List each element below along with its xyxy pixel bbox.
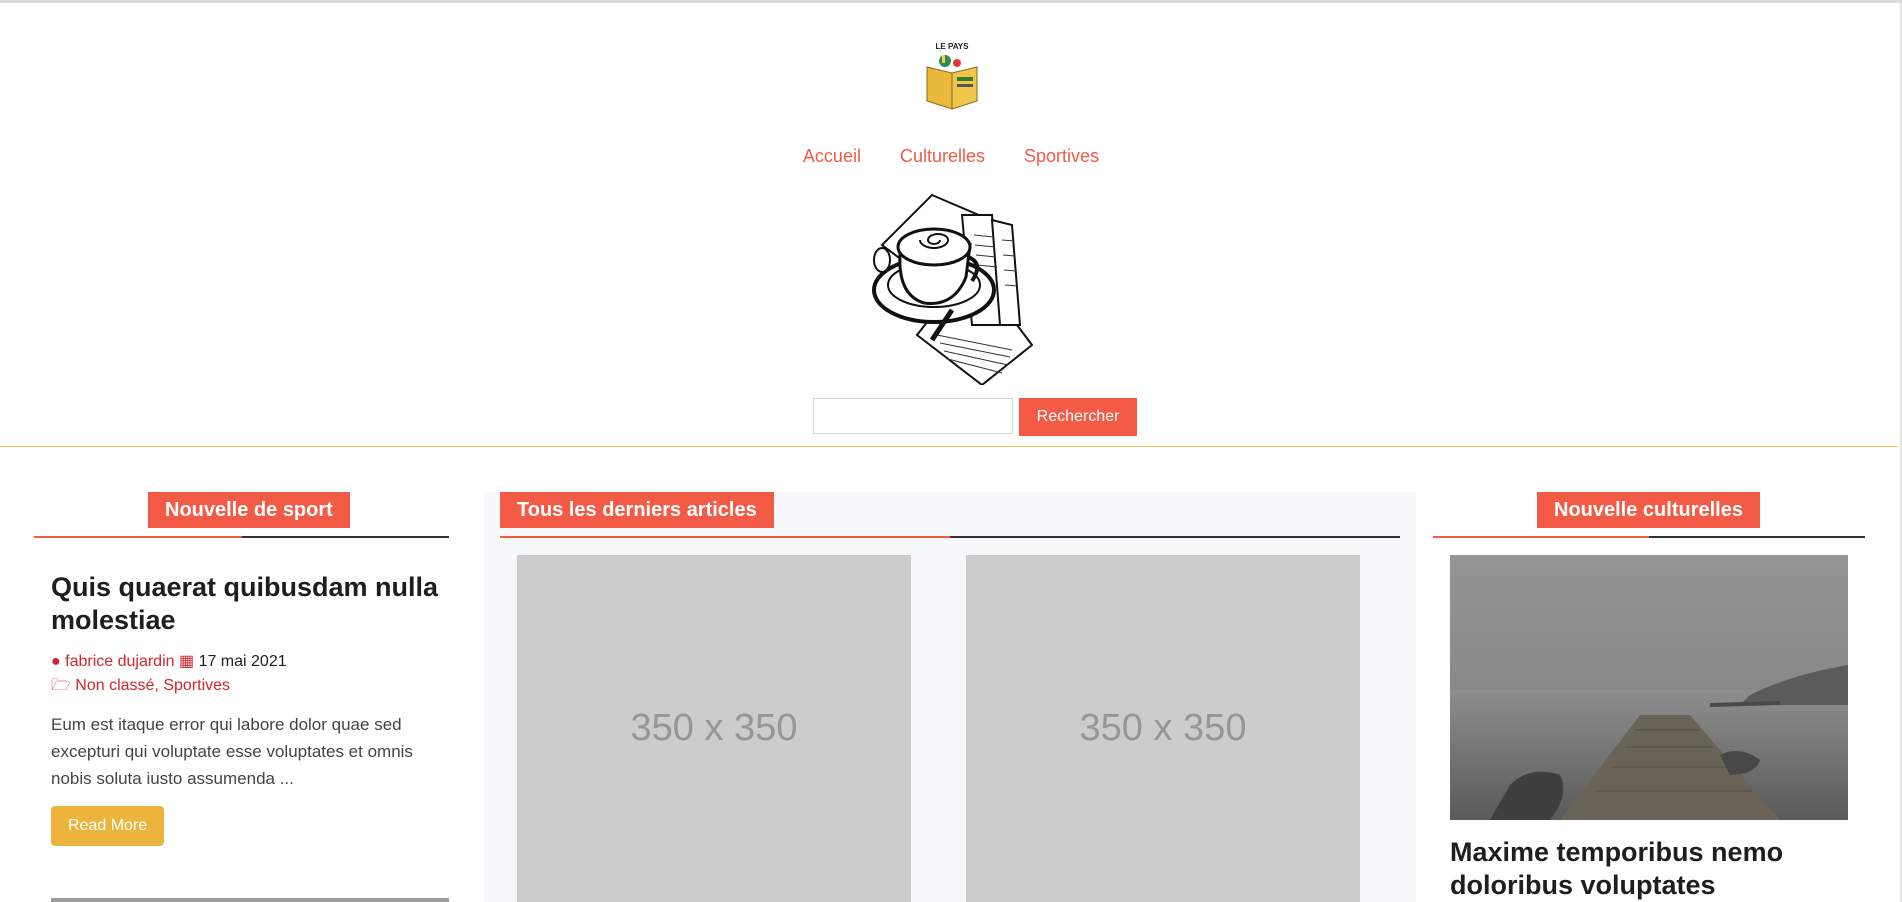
nav-accueil[interactable]: Accueil [803,146,861,166]
section-title: Tous les derniers articles [500,492,774,528]
section-header-culture: Nouvelle culturelles [1433,492,1865,538]
main-nav: Accueil Culturelles Sportives [0,146,1902,167]
folder-icon: 🗁 [51,677,71,694]
article-image-placeholder[interactable]: 350 x 350 [517,555,911,902]
article-image-placeholder[interactable]: 350 x 350 [966,555,1360,902]
search-input[interactable] [813,398,1013,434]
user-icon: ● [51,653,61,670]
post-date: 17 mai 2021 [198,653,287,670]
post-excerpt: Eum est itaque error qui labore dolor qu… [51,715,413,788]
coffee-newspaper-illustration [872,193,1034,385]
placeholder-label: 350 x 350 [630,707,798,749]
post-author[interactable]: fabrice dujardin [65,653,174,670]
search-form: Rechercher [813,398,1137,436]
sport-post: Quis quaerat quibusdam nulla molestiae ●… [51,571,451,846]
logo-text: LE PAYS [936,42,970,51]
section-title: Nouvelle culturelles [1537,492,1760,528]
post-categories-row: 🗁 Non classé, Sportives [51,674,451,698]
section-header-latest: Tous les derniers articles [500,492,1400,538]
post-meta: ● fabrice dujardin ▦ 17 mai 2021 [51,650,451,674]
nav-sportives[interactable]: Sportives [1024,146,1099,166]
top-border [0,0,1902,3]
nav-culturelles[interactable]: Culturelles [900,146,985,166]
pier-fog-image[interactable] [1450,555,1848,820]
section-header-sport: Nouvelle de sport [34,492,449,538]
read-more-button[interactable]: Read More [51,806,165,846]
culture-post-title[interactable]: Maxime temporibus nemo doloribus volupta… [1450,836,1850,902]
post-categories[interactable]: Non classé, Sportives [75,677,230,694]
search-button[interactable]: Rechercher [1019,398,1137,436]
next-post-image[interactable] [51,898,449,902]
placeholder-label: 350 x 350 [1079,707,1247,749]
site-logo[interactable]: LE PAYS [921,41,983,111]
calendar-icon: ▦ [178,653,195,670]
post-title[interactable]: Quis quaerat quibusdam nulla molestiae [51,571,451,637]
header-divider [0,446,1898,447]
section-title: Nouvelle de sport [148,492,350,528]
